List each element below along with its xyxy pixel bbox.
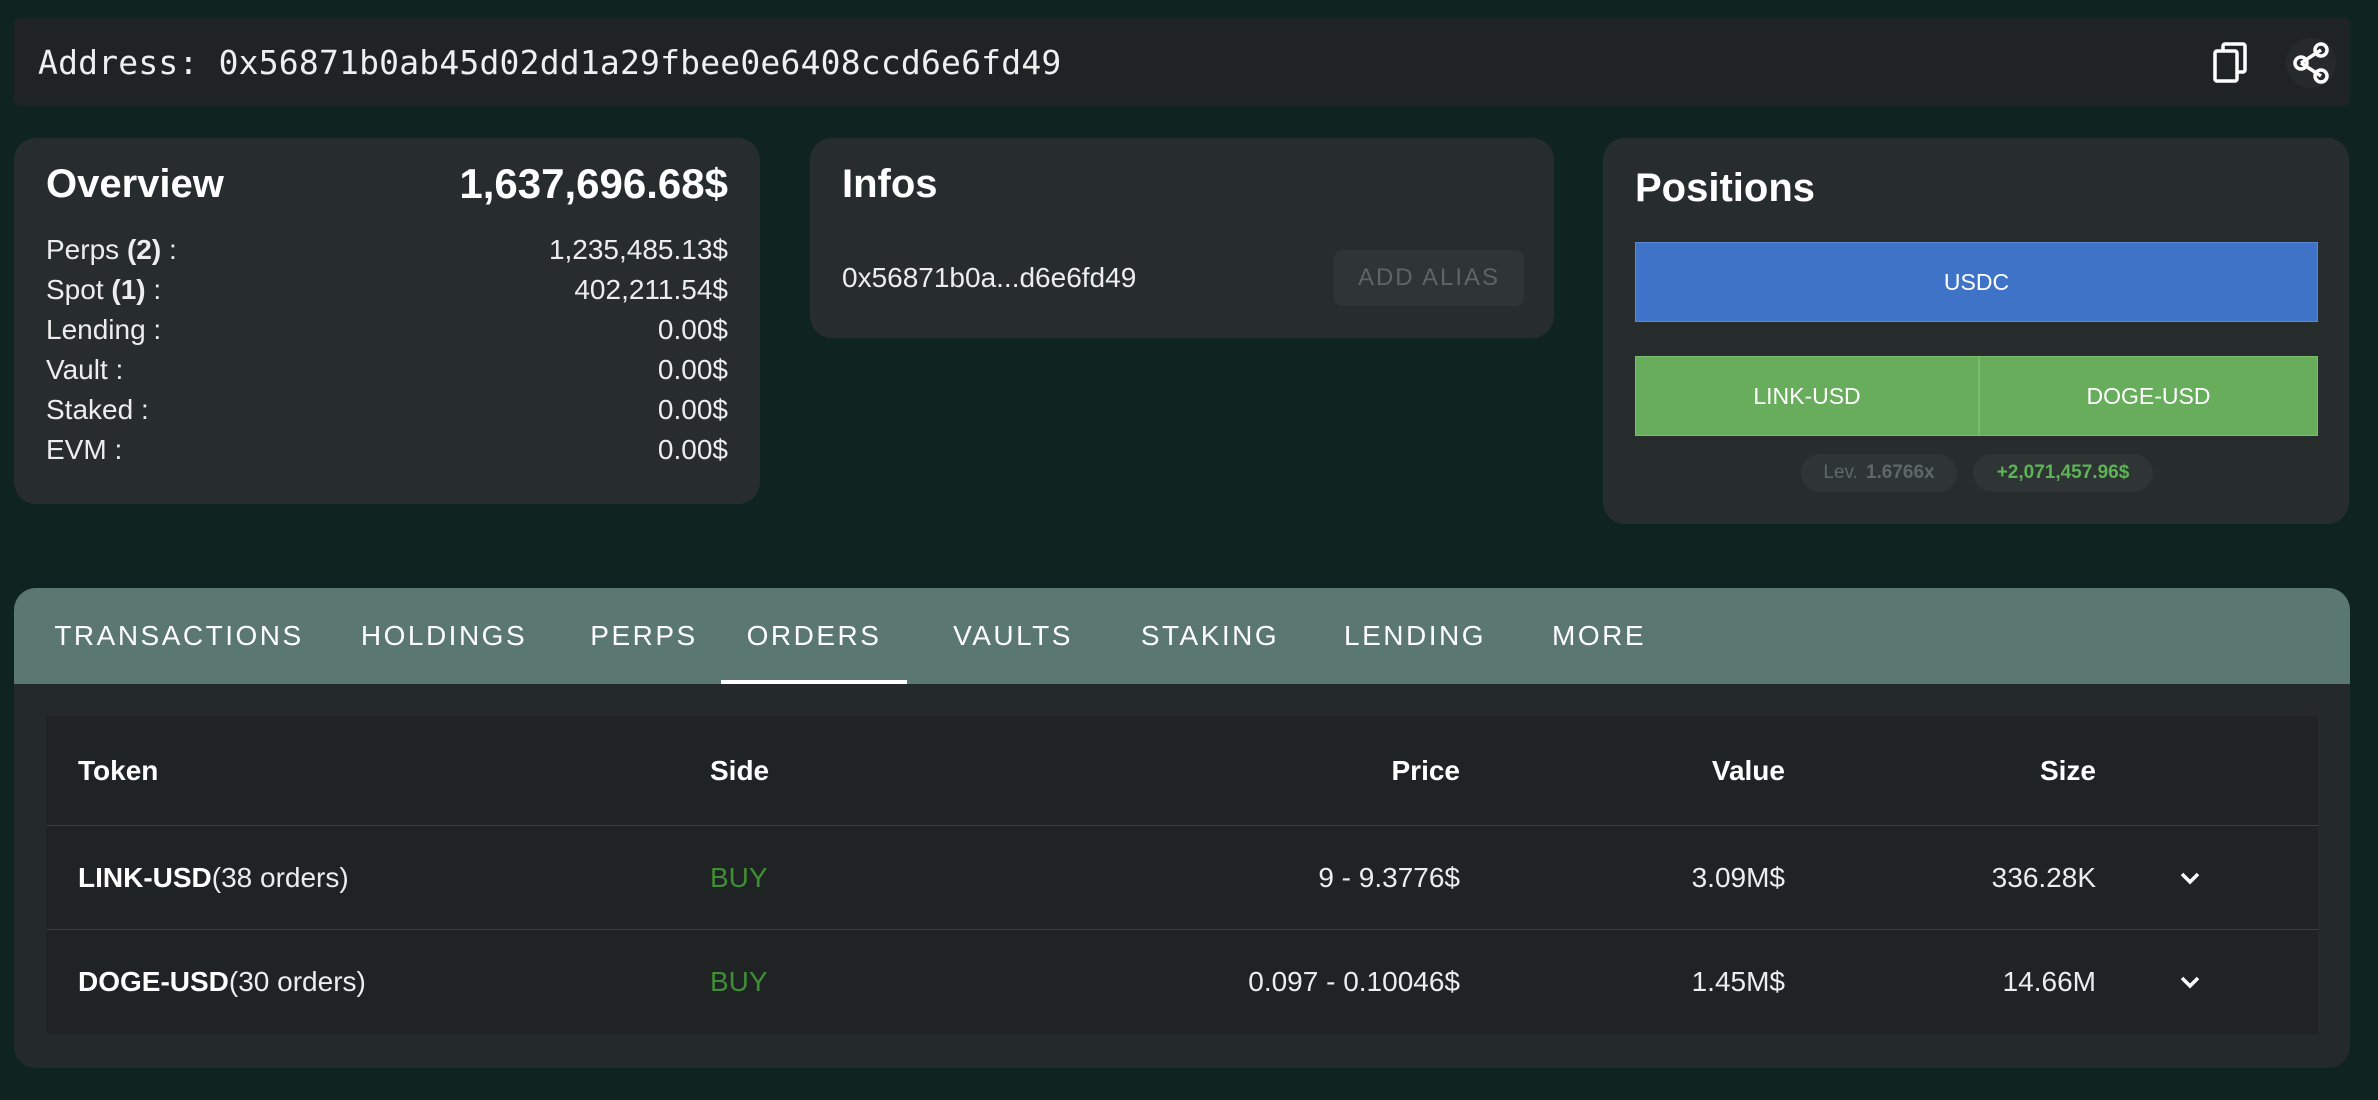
value-cell: 3.09M$ [1691, 861, 1785, 893]
overview-row-label: Vault : [46, 354, 124, 385]
overview-row-lending: Lending : 0.00$ [46, 314, 728, 354]
overview-total: 1,637,696.68$ [459, 160, 728, 207]
tab-lending[interactable]: LENDING [1320, 588, 1510, 684]
chevron-down-icon[interactable] [2170, 930, 2210, 1034]
position-bar-doge-usd[interactable]: DOGE-USD [1979, 356, 2318, 436]
overview-row-value: 0.00$ [657, 434, 728, 465]
overview-row-vault: Vault : 0.00$ [46, 354, 728, 394]
copy-icon[interactable] [2206, 38, 2256, 88]
header-side: Side [710, 754, 770, 786]
position-bar-link-usd[interactable]: LINK-USD [1635, 356, 1979, 436]
overview-card: Overview 1,637,696.68$ Perps (2) : 1,235… [14, 138, 760, 504]
leverage-label: Lev. [1823, 462, 1858, 483]
position-bar-usdc[interactable]: USDC [1635, 242, 2318, 322]
leverage-value: 1.6766x [1865, 462, 1935, 483]
price-cell: 9 - 9.3776$ [1318, 861, 1460, 893]
table-row[interactable]: DOGE-USD (30 orders) BUY 0.097 - 0.10046$… [46, 930, 2318, 1034]
header-value: Value [1711, 754, 1785, 786]
overview-row-value: 0.00$ [657, 354, 728, 385]
overview-title: Overview [46, 162, 224, 206]
tab-perps[interactable]: PERPS [564, 588, 724, 684]
address-text: Address: 0x56871b0ab45d02dd1a29fbee0e640… [38, 42, 1062, 82]
tab-holdings[interactable]: HOLDINGS [344, 588, 544, 684]
infos-card: Infos 0x56871b0a...d6e6fd49 ADD ALIAS [810, 138, 1554, 338]
tabs-panel: TRANSACTIONS HOLDINGS PERPS ORDERS VAULT… [14, 588, 2350, 1068]
overview-row-staked: Staked : 0.00$ [46, 394, 728, 434]
overview-row-label: Perps (2) : [46, 234, 177, 265]
token-name: DOGE-USD [78, 966, 229, 997]
overview-row-label: Lending : [46, 314, 162, 345]
overview-row-label: Staked : [46, 394, 149, 425]
token-name: LINK-USD [78, 861, 212, 893]
overview-row-value: 0.00$ [657, 314, 728, 345]
table-header-row: Token Side Price Value Size [46, 716, 2318, 826]
short-address: 0x56871b0a...d6e6fd49 [842, 262, 1137, 293]
overview-row-label: EVM : [46, 434, 123, 465]
header-token: Token [78, 754, 159, 786]
overview-breakdown: Perps (2) : 1,235,485.13$ Spot (1) : 402… [46, 234, 728, 474]
positions-title: Positions [1635, 166, 1816, 210]
address-bar: Address: 0x56871b0ab45d02dd1a29fbee0e640… [14, 18, 2350, 106]
overview-row-evm: EVM : 0.00$ [46, 434, 728, 474]
overview-row-label: Spot (1) : [46, 274, 162, 305]
orders-table: Token Side Price Value Size LINK-USD (38 … [46, 716, 2318, 1034]
table-row[interactable]: LINK-USD (38 orders) BUY 9 - 9.3776$ 3.09… [46, 826, 2318, 930]
infos-title: Infos [842, 162, 938, 206]
overview-row-spot: Spot (1) : 402,211.54$ [46, 274, 728, 314]
side-cell: BUY [710, 861, 768, 893]
size-cell: 336.28K [1991, 861, 2096, 893]
wallet-page: Address: 0x56871b0ab45d02dd1a29fbee0e640… [0, 0, 2378, 1100]
share-icon[interactable] [2286, 38, 2336, 88]
header-price: Price [1391, 754, 1461, 786]
overview-row-value: 402,211.54$ [574, 274, 728, 305]
side-cell: BUY [710, 966, 768, 997]
positions-card: Positions USDC LINK-USD DOGE-USD Lev. 1.… [1603, 138, 2349, 524]
token-cell: LINK-USD (38 orders) [78, 826, 349, 929]
price-cell: 0.097 - 0.10046$ [1248, 966, 1460, 997]
token-cell: DOGE-USD (30 orders) [78, 930, 366, 1034]
tab-orders[interactable]: ORDERS [721, 588, 907, 684]
order-count: (38 orders) [211, 861, 349, 893]
tab-staking[interactable]: STAKING [1110, 588, 1310, 684]
order-count: (30 orders) [228, 966, 366, 997]
pnl-badge: +2,071,457.96$ [1973, 454, 2153, 492]
tab-vaults[interactable]: VAULTS [928, 588, 1098, 684]
overview-row-value: 1,235,485.13$ [548, 234, 728, 265]
value-cell: 1.45M$ [1691, 966, 1785, 997]
size-cell: 14.66M [2002, 966, 2096, 997]
tab-transactions[interactable]: TRANSACTIONS [34, 588, 324, 684]
header-size: Size [2039, 754, 2096, 786]
chevron-down-icon[interactable] [2170, 826, 2210, 929]
tab-more[interactable]: MORE [1524, 588, 1674, 684]
leverage-badge: Lev. 1.6766x [1801, 454, 1957, 492]
add-alias-button[interactable]: ADD ALIAS [1334, 250, 1524, 306]
tab-bar: TRANSACTIONS HOLDINGS PERPS ORDERS VAULT… [14, 588, 2350, 684]
overview-row-value: 0.00$ [657, 394, 728, 425]
overview-row-perps: Perps (2) : 1,235,485.13$ [46, 234, 728, 274]
